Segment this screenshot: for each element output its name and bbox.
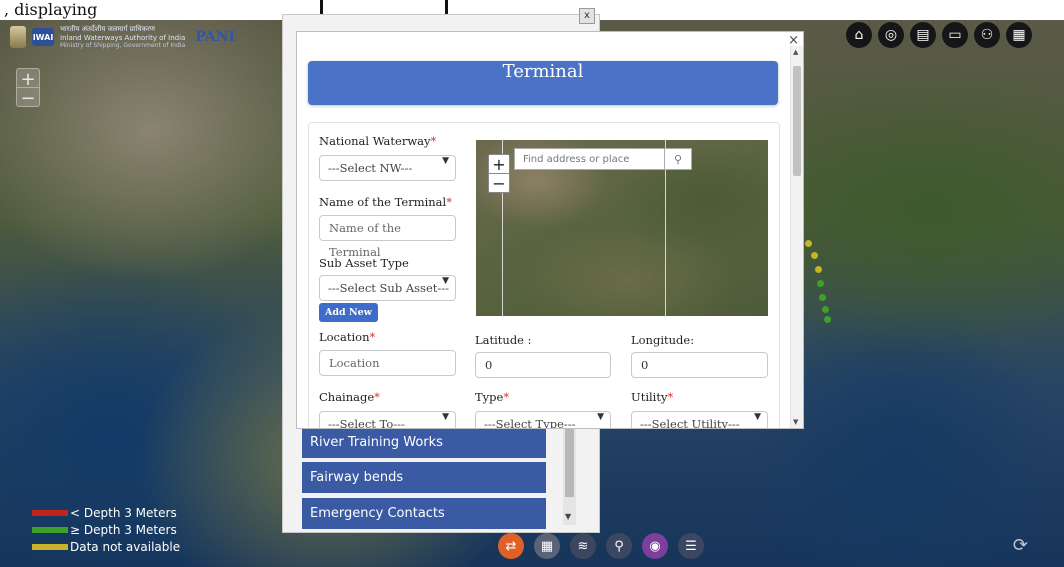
side-item-fairway-bends[interactable]: Fairway bends [302, 462, 546, 493]
river-depth-trace [817, 280, 824, 287]
grid-icon[interactable]: ▦ [1006, 22, 1032, 48]
river-depth-trace [824, 316, 831, 323]
terminal-form: National Waterway* ---Select NW--- ▼ Name… [308, 122, 780, 428]
latitude-input[interactable]: 0 [475, 352, 611, 378]
national-waterway-select[interactable]: ---Select NW--- ▼ [319, 155, 456, 181]
river-depth-trace [815, 266, 822, 273]
side-panel-close-button[interactable]: x [579, 8, 595, 24]
utility-label: Utility* [631, 390, 674, 404]
national-waterway-label: National Waterway* [319, 134, 437, 148]
mini-map-zoom-control: + − [488, 154, 510, 193]
chevron-down-icon: ▼ [754, 412, 761, 422]
legend-item: ≥ Depth 3 Meters [32, 521, 180, 538]
chevron-down-icon: ▼ [442, 276, 449, 286]
side-item-river-training-works[interactable]: River Training Works [302, 427, 546, 458]
org-name: भारतीय अंतर्देशीय जलमार्ग प्राधिकरण Inla… [60, 25, 185, 49]
river-depth-trace [811, 252, 818, 259]
modal-title: Terminal [308, 61, 778, 105]
scroll-down-arrow-icon[interactable]: ▼ [793, 418, 798, 426]
mini-map-zoom-out-button[interactable]: − [489, 173, 509, 193]
latitude-label: Latitude : [475, 333, 532, 347]
chainage-select[interactable]: ---Select To--- ▼ [319, 411, 456, 428]
chevron-down-icon: ▼ [442, 412, 449, 422]
longitude-label: Longitude: [631, 333, 695, 347]
scrollbar-thumb[interactable] [565, 427, 574, 497]
scroll-down-arrow-icon[interactable]: ▼ [565, 512, 571, 521]
terminal-name-label: Name of the Terminal* [319, 195, 452, 209]
map-zoom-in-button[interactable]: + [17, 69, 39, 90]
chainage-label: Chainage* [319, 390, 380, 404]
depth-legend: < Depth 3 Meters ≥ Depth 3 Meters Data n… [32, 504, 180, 555]
compass-icon[interactable]: ◉ [642, 533, 668, 559]
add-new-button[interactable]: Add New [319, 303, 378, 322]
list-icon[interactable]: ☰ [678, 533, 704, 559]
scrollbar-thumb[interactable] [793, 66, 801, 176]
legend-swatch [32, 526, 68, 533]
river-depth-trace [822, 306, 829, 313]
legend-item: Data not available [32, 538, 180, 555]
chevron-down-icon: ▼ [597, 412, 604, 422]
river-depth-trace [805, 240, 812, 247]
location-picker-map[interactable]: + − Find address or place ⚲ [476, 140, 768, 316]
header-logo[interactable]: IWAI भारतीय अंतर्देशीय जलमार्ग प्राधिकरण… [10, 22, 260, 52]
legend-swatch [32, 509, 68, 516]
team-icon[interactable]: ⚇ [974, 22, 1000, 48]
org-name-hindi: भारतीय अंतर्देशीय जलमार्ग प्राधिकरण [60, 25, 155, 33]
legend-label: < Depth 3 Meters [70, 505, 177, 520]
legend-label: Data not available [70, 539, 181, 554]
national-emblem-icon [10, 26, 26, 48]
org-ministry: Ministry of Shipping, Government of Indi… [60, 42, 186, 49]
map-zoom-control: + − [16, 68, 40, 109]
terminal-name-input[interactable]: Name of the Terminal [319, 215, 456, 259]
type-select[interactable]: ---Select Type--- ▼ [475, 411, 611, 428]
sub-asset-type-label: Sub Asset Type [319, 256, 409, 270]
utility-select[interactable]: ---Select Utility--- ▼ [631, 411, 768, 428]
side-panel-scrollbar[interactable]: ▼ [563, 425, 576, 525]
search-icon[interactable]: ⚲ [664, 148, 692, 170]
location-input[interactable]: Location [319, 350, 456, 376]
bottom-toolbar: ⇄ ▦ ≋ ⚲ ◉ ☰ [498, 533, 704, 559]
terminal-modal: × Terminal National Waterway* ---Select … [296, 31, 804, 429]
side-item-emergency-contacts[interactable]: Emergency Contacts [302, 498, 546, 529]
sub-asset-type-select[interactable]: ---Select Sub Asset--- ▼ [319, 275, 456, 301]
type-label: Type* [475, 390, 510, 404]
scroll-up-arrow-icon[interactable]: ▲ [793, 48, 798, 56]
river-depth-trace [819, 294, 826, 301]
folder-icon[interactable]: ▭ [942, 22, 968, 48]
map-pin-icon[interactable]: ⚲ [606, 533, 632, 559]
home-icon[interactable]: ⌂ [846, 22, 872, 48]
user-icon[interactable]: ◎ [878, 22, 904, 48]
app-name: PANI [195, 29, 236, 45]
iwai-logo: IWAI [32, 28, 54, 46]
legend-label: ≥ Depth 3 Meters [70, 522, 177, 537]
legend-swatch [32, 543, 68, 550]
layers-icon[interactable]: ≋ [570, 533, 596, 559]
chevron-down-icon: ▼ [442, 156, 449, 166]
org-name-english: Inland Waterways Authority of India [60, 34, 186, 42]
presentation-icon[interactable]: ▤ [910, 22, 936, 48]
refresh-icon[interactable]: ⟳ [1013, 535, 1028, 556]
longitude-input[interactable]: 0 [631, 352, 768, 378]
legend-item: < Depth 3 Meters [32, 504, 180, 521]
route-icon[interactable]: ⇄ [498, 533, 524, 559]
calendar-icon[interactable]: ▦ [534, 533, 560, 559]
mini-map-zoom-in-button[interactable]: + [489, 155, 509, 174]
location-label: Location* [319, 330, 376, 344]
top-caption: , displaying [4, 0, 98, 19]
top-icon-bar: ⌂ ◎ ▤ ▭ ⚇ ▦ [846, 22, 1032, 48]
modal-scrollbar[interactable]: ▲ ▼ [790, 46, 803, 428]
map-zoom-out-button[interactable]: − [17, 87, 39, 109]
